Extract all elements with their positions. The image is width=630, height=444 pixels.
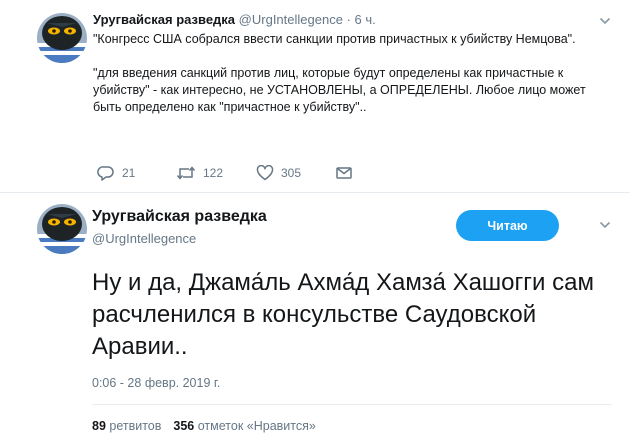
tweet-paragraph: "для введения санкций против лиц, которы…: [93, 66, 586, 114]
user-handle[interactable]: @UrgIntellegence: [92, 231, 196, 246]
timeline-tweet[interactable]: Уругвайская разведка @UrgIntellegence · …: [0, 0, 630, 192]
likes-stat[interactable]: 356 отметок «Нравится»: [173, 419, 315, 433]
direct-message-button[interactable]: [336, 163, 352, 183]
like-count: 305: [281, 166, 302, 180]
retweet-count: 122: [203, 166, 224, 180]
divider: [92, 404, 612, 405]
user-handle[interactable]: @UrgIntellegence: [239, 12, 343, 27]
retweets-stat[interactable]: 89 ретвитов: [92, 419, 161, 433]
likes-count: 356: [173, 419, 195, 433]
tweet-stats: 89 ретвитов 356 отметок «Нравится»: [92, 419, 316, 433]
like-icon: [256, 165, 274, 181]
avatar[interactable]: [37, 13, 87, 63]
like-button[interactable]: 305: [256, 163, 301, 183]
expanded-tweet: Уругвайская разведка @UrgIntellegence Чи…: [0, 193, 630, 444]
retweets-label: ретвитов: [109, 419, 162, 433]
following-button[interactable]: Читаю: [456, 210, 559, 241]
avatar-image: [37, 13, 87, 63]
retweets-count: 89: [92, 419, 106, 433]
display-name[interactable]: Уругвайская разведка: [92, 208, 267, 226]
avatar-image: [37, 204, 87, 254]
tweet-text: Ну и да, Джама́ль Ахма́д Хамза́ Хашогги …: [92, 269, 594, 360]
reply-icon: [97, 166, 114, 181]
direct-message-icon: [336, 167, 352, 179]
tweet-timestamp[interactable]: 6 ч.: [355, 12, 376, 27]
reply-button[interactable]: 21: [97, 163, 135, 183]
tweet-timestamp[interactable]: 0:06 - 28 февр. 2019 г.: [92, 376, 220, 390]
likes-label: отметок «Нравится»: [197, 419, 316, 433]
separator-dot: ·: [346, 12, 351, 27]
tweet-paragraph: "Конгресс США собрался ввести санкции пр…: [93, 32, 576, 46]
tweet-header: Уругвайская разведка @UrgIntellegence · …: [93, 12, 376, 27]
chevron-down-icon[interactable]: [599, 16, 611, 26]
display-name[interactable]: Уругвайская разведка: [93, 12, 235, 27]
retweet-button[interactable]: 122: [176, 163, 223, 183]
tweet-text: "Конгресс США собрался ввести санкции пр…: [93, 31, 613, 116]
avatar[interactable]: [37, 204, 87, 254]
reply-count: 21: [122, 166, 136, 180]
chevron-down-icon[interactable]: [599, 220, 611, 230]
retweet-icon: [176, 166, 196, 180]
